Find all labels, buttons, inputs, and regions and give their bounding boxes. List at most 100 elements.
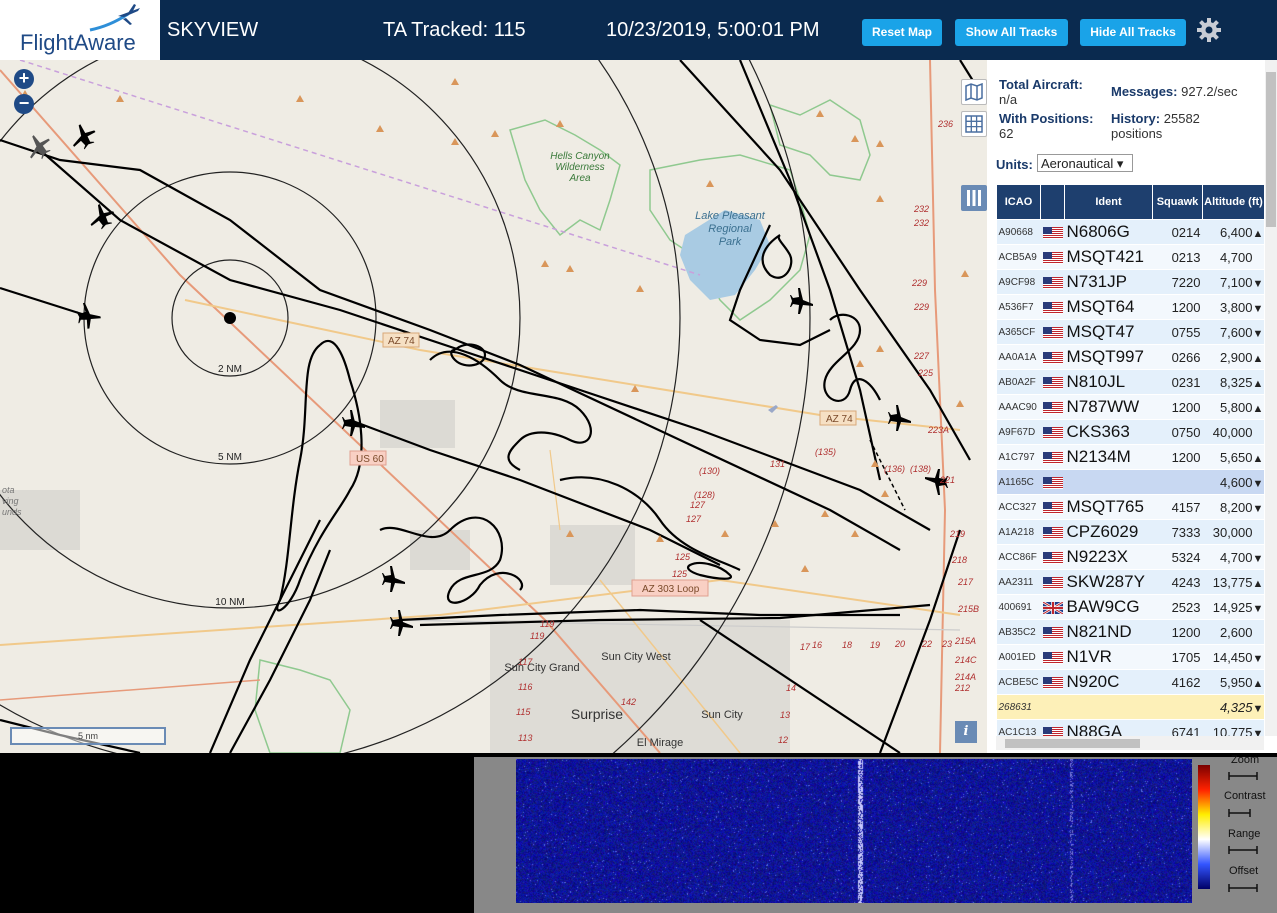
aircraft-row[interactable]: AB35C2 N821ND 1200 2,600 bbox=[996, 619, 1264, 645]
panel-horizontal-scroll-thumb[interactable] bbox=[1005, 739, 1140, 748]
aircraft-row[interactable]: 268631 4,325▼ bbox=[996, 694, 1264, 720]
az74-shield-west: AZ 74 bbox=[388, 336, 415, 347]
range-slider-icon[interactable] bbox=[1228, 845, 1258, 855]
aircraft-row[interactable]: A1165C 4,600▼ bbox=[996, 469, 1264, 495]
altitude-trend-icon: ▼ bbox=[1252, 552, 1264, 565]
aircraft-row[interactable]: A1C797 N2134M 1200 5,650▲ bbox=[996, 444, 1264, 470]
aircraft-row[interactable]: A9F67D CKS363 0750 40,000 bbox=[996, 419, 1264, 445]
zoom-out-button[interactable]: − bbox=[14, 94, 34, 114]
columns-icon bbox=[967, 190, 981, 206]
road-num: 217 bbox=[957, 577, 974, 587]
aircraft-row[interactable]: A536F7 MSQT64 1200 3,800▼ bbox=[996, 294, 1264, 320]
aircraft-row[interactable]: A90668 N6806G 0214 6,400▲ bbox=[996, 219, 1264, 245]
altitude-trend-icon: ▲ bbox=[1252, 227, 1264, 240]
squawk-cell: 7220 bbox=[1152, 269, 1203, 295]
us-flag-icon bbox=[1042, 627, 1063, 640]
altitude-cell: 4,325▼ bbox=[1202, 694, 1264, 720]
aircraft-row[interactable]: 400691 BAW9CG 2523 14,925▼ bbox=[996, 594, 1264, 620]
altitude-cell: 10,775▼ bbox=[1202, 719, 1264, 736]
us-flag-icon bbox=[1042, 377, 1063, 390]
units-select[interactable]: Aeronautical ▾ bbox=[1037, 154, 1133, 172]
road-num: 117 bbox=[518, 657, 533, 667]
aircraft-row[interactable]: AA2311 SKW287Y 4243 13,775▲ bbox=[996, 569, 1264, 595]
contrast-slider-icon[interactable] bbox=[1228, 808, 1258, 818]
squawk-cell: 4243 bbox=[1152, 569, 1203, 595]
aircraft-row[interactable]: A001ED N1VR 1705 14,450▼ bbox=[996, 644, 1264, 670]
aircraft-row[interactable]: AC1C13 N88GA 6741 10,775▼ bbox=[996, 719, 1264, 736]
altitude-cell: 5,650▲ bbox=[1202, 444, 1264, 470]
ident-cell: N6806G bbox=[1064, 219, 1153, 245]
us-flag-icon bbox=[1042, 402, 1063, 415]
lake-pleasant-label-2: Regional bbox=[708, 223, 752, 235]
altitude-value: 6,400 bbox=[1219, 224, 1253, 240]
waterfall-display bbox=[516, 759, 1192, 903]
aircraft-row[interactable]: A365CF MSQT47 0755 7,600▼ bbox=[996, 319, 1264, 345]
history-label: History: bbox=[1111, 111, 1161, 126]
ident-cell bbox=[1064, 469, 1153, 495]
icao-cell: AB0A2F bbox=[996, 369, 1041, 395]
us-flag-icon bbox=[1042, 527, 1063, 540]
road-num: 19 bbox=[870, 640, 880, 650]
zoom-in-button[interactable]: + bbox=[14, 69, 34, 89]
messages-value: 927.2/sec bbox=[1181, 84, 1238, 99]
road-num: 214A bbox=[954, 672, 976, 682]
squawk-cell: 7333 bbox=[1152, 519, 1203, 545]
offset-slider-icon[interactable] bbox=[1228, 883, 1258, 893]
altitude-value: 30,000 bbox=[1212, 524, 1253, 540]
column-header-icao[interactable]: ICAO bbox=[996, 184, 1041, 220]
map-view[interactable]: Hells Canyon Wilderness Area Lake Pleasa… bbox=[0, 60, 987, 753]
altitude-value: 5,950 bbox=[1219, 674, 1253, 690]
aircraft-row[interactable]: AAAC90 N787WW 1200 5,800▲ bbox=[996, 394, 1264, 420]
column-header-ident[interactable]: Ident bbox=[1064, 184, 1153, 220]
ident-cell: MSQT64 bbox=[1064, 294, 1153, 320]
road-num: 22 bbox=[921, 639, 932, 649]
aircraft-row[interactable]: A9CF98 N731JP 7220 7,100▼ bbox=[996, 269, 1264, 295]
altitude-trend-icon: ▼ bbox=[1252, 327, 1264, 340]
reset-map-button[interactable]: Reset Map bbox=[862, 19, 942, 46]
flag-cell bbox=[1040, 319, 1065, 345]
show-all-tracks-button[interactable]: Show All Tracks bbox=[955, 19, 1068, 46]
road-num: 142 bbox=[621, 697, 636, 707]
ring-label-2nm: 2 NM bbox=[218, 364, 242, 375]
road-num: 214C bbox=[954, 655, 977, 665]
grid-toggle-button[interactable] bbox=[961, 111, 987, 137]
aircraft-row[interactable]: ACBE5C N920C 4162 5,950▲ bbox=[996, 669, 1264, 695]
proving-label-1: ota bbox=[2, 485, 15, 495]
flightaware-logo[interactable]: FlightAware bbox=[0, 0, 160, 60]
squawk-cell: 1200 bbox=[1152, 619, 1203, 645]
color-scale-bar bbox=[1198, 765, 1210, 889]
road-num: 16 bbox=[812, 640, 822, 650]
columns-toggle-button[interactable] bbox=[961, 185, 987, 211]
ident-cell: N9223X bbox=[1064, 544, 1153, 570]
aircraft-row[interactable]: ACC327 MSQT765 4157 8,200▼ bbox=[996, 494, 1264, 520]
altitude-trend-icon: ▼ bbox=[1252, 702, 1264, 715]
road-num: 229 bbox=[911, 278, 927, 288]
column-header-flag[interactable] bbox=[1040, 184, 1065, 220]
gear-icon[interactable] bbox=[1196, 17, 1222, 43]
us-flag-icon bbox=[1042, 327, 1063, 340]
aircraft-row[interactable]: ACC86F N9223X 5324 4,700▼ bbox=[996, 544, 1264, 570]
ident-cell: MSQT421 bbox=[1064, 244, 1153, 270]
info-button[interactable]: i bbox=[955, 721, 977, 743]
flag-cell bbox=[1040, 494, 1065, 520]
icao-cell: A1165C bbox=[996, 469, 1041, 495]
column-header-altitude[interactable]: Altitude (ft) bbox=[1202, 184, 1264, 220]
hide-all-tracks-button[interactable]: Hide All Tracks bbox=[1080, 19, 1186, 46]
column-header-squawk[interactable]: Squawk bbox=[1152, 184, 1203, 220]
app-title: SKYVIEW bbox=[167, 19, 259, 41]
icao-cell: A536F7 bbox=[996, 294, 1041, 320]
ident-cell: MSQT997 bbox=[1064, 344, 1153, 370]
ident-cell: N2134M bbox=[1064, 444, 1153, 470]
map-layers-button[interactable] bbox=[961, 79, 987, 105]
aircraft-row[interactable]: ACB5A9 MSQT421 0213 4,700 bbox=[996, 244, 1264, 270]
zoom-slider-icon[interactable] bbox=[1228, 771, 1258, 781]
aircraft-row[interactable]: AA0A1A MSQT997 0266 2,900▲ bbox=[996, 344, 1264, 370]
flag-cell bbox=[1040, 294, 1065, 320]
icao-cell: AA2311 bbox=[996, 569, 1041, 595]
us-flag-icon bbox=[1042, 277, 1063, 290]
us60-shield: US 60 bbox=[356, 454, 384, 465]
panel-vertical-scroll-thumb[interactable] bbox=[1266, 72, 1276, 227]
aircraft-row[interactable]: A1A218 CPZ6029 7333 30,000 bbox=[996, 519, 1264, 545]
aircraft-row[interactable]: AB0A2F N810JL 0231 8,325▲ bbox=[996, 369, 1264, 395]
icao-cell: 268631 bbox=[996, 694, 1041, 720]
